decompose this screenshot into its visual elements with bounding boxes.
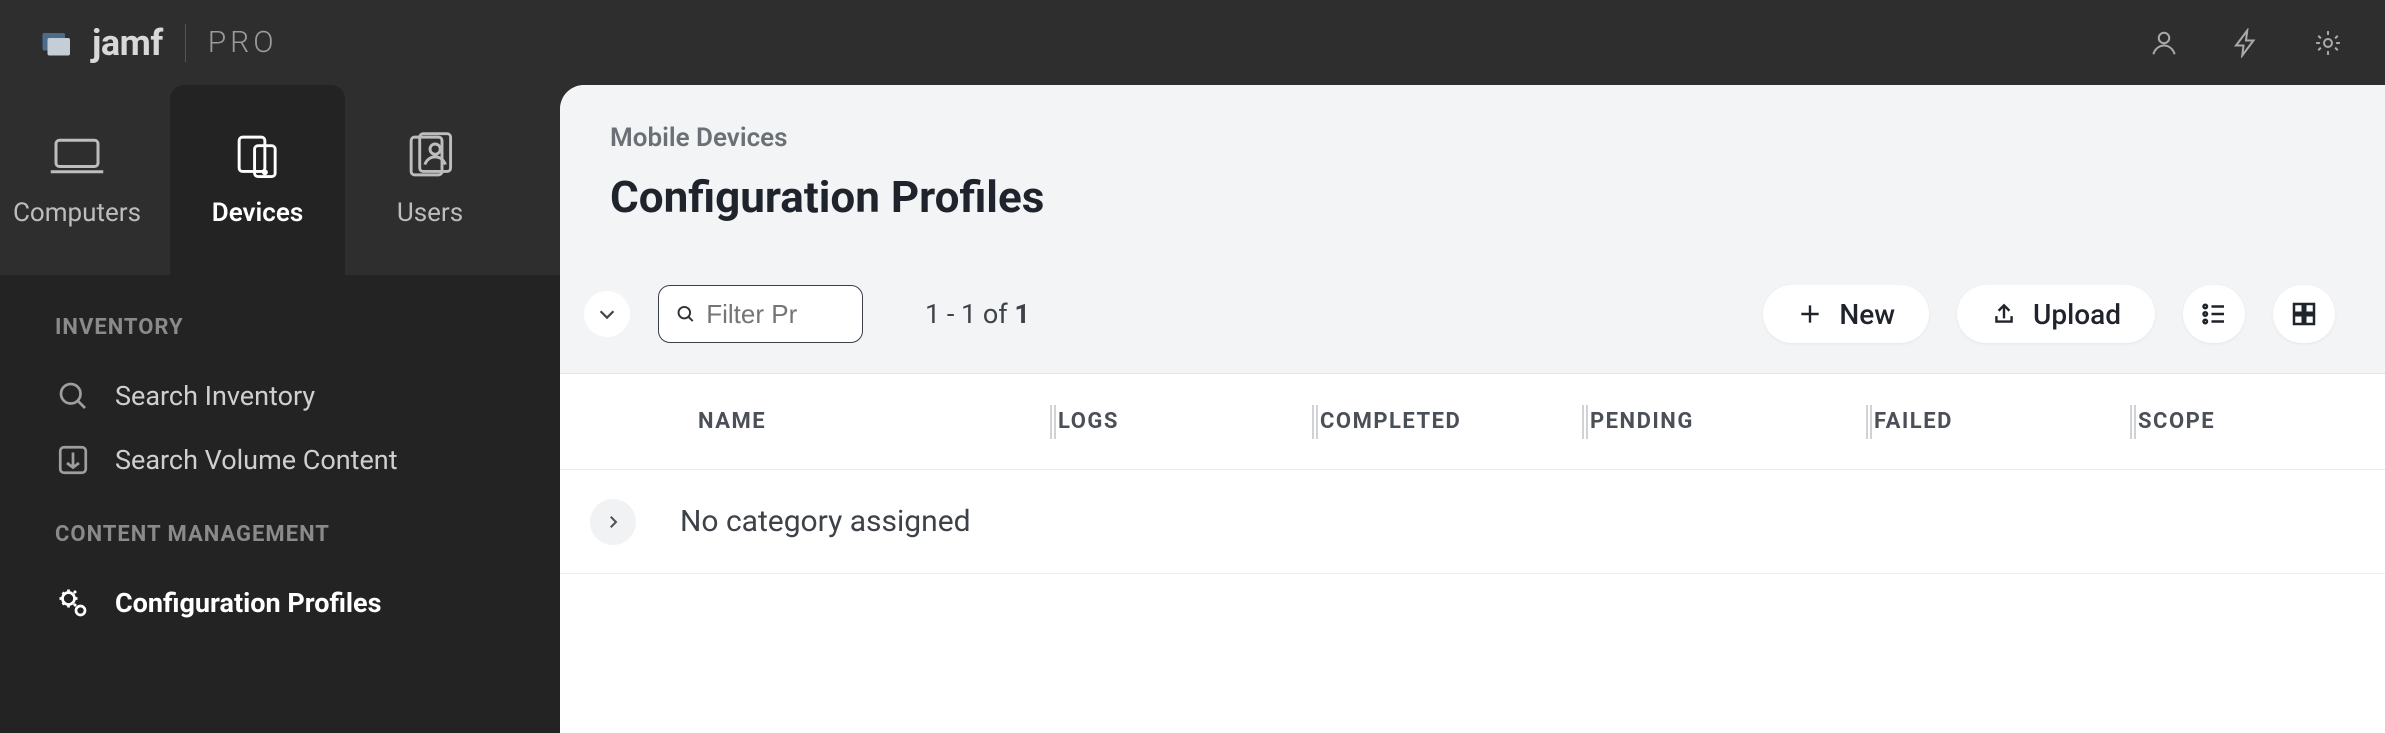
jamf-logo-icon — [40, 28, 70, 58]
brand-divider — [185, 24, 186, 62]
gears-icon — [55, 585, 91, 621]
mobile-devices-icon — [230, 132, 286, 180]
tab-devices[interactable]: Devices — [170, 85, 345, 275]
tab-users[interactable]: Users — [345, 85, 515, 275]
sidebar-section-content-management: CONTENT MANAGEMENT — [0, 522, 560, 571]
chevron-right-icon — [604, 513, 622, 531]
column-resize-handle[interactable] — [1864, 405, 1874, 439]
column-failed[interactable]: FAILED — [1874, 409, 2138, 434]
collapse-all-button[interactable] — [584, 291, 630, 337]
sidebar-item-label: Configuration Profiles — [115, 587, 382, 619]
upload-icon — [1991, 301, 2017, 327]
topbar: jamf PRO — [0, 0, 2385, 85]
tab-computers[interactable]: Computers — [0, 85, 170, 275]
column-resize-handle[interactable] — [1048, 405, 1058, 439]
search-icon — [55, 378, 91, 414]
column-logs[interactable]: LOGS — [1058, 409, 1320, 434]
column-name[interactable]: NAME — [698, 409, 1058, 434]
search-icon — [675, 301, 696, 327]
user-icon[interactable] — [2147, 26, 2181, 60]
laptop-icon — [49, 132, 105, 180]
grid-view-button[interactable] — [2273, 285, 2335, 343]
users-icon — [402, 132, 458, 180]
table-header: NAME LOGS COMPLETED PENDING FAILED SCOPE — [560, 374, 2385, 470]
tab-computers-label: Computers — [13, 198, 141, 228]
tab-users-label: Users — [397, 198, 463, 228]
app-box-icon — [55, 442, 91, 478]
sidebar-item-search-inventory[interactable]: Search Inventory — [0, 364, 560, 428]
brand-logo[interactable]: jamf PRO — [40, 22, 278, 64]
range-prefix: 1 - 1 of — [925, 298, 1014, 330]
page-title: Configuration Profiles — [610, 171, 2335, 223]
brand-jamf: jamf — [92, 22, 163, 64]
device-type-tabs: Computers Devices Users — [0, 85, 560, 275]
main-header: Mobile Devices Configuration Profiles — [560, 85, 2385, 261]
sidebar-item-search-volume-content[interactable]: Search Volume Content — [0, 428, 560, 492]
filter-input-wrapper[interactable] — [658, 285, 863, 343]
column-pending[interactable]: PENDING — [1590, 409, 1874, 434]
list-view-button[interactable] — [2183, 285, 2245, 343]
column-resize-handle[interactable] — [2128, 405, 2138, 439]
filter-input[interactable] — [706, 299, 846, 330]
table-group-row: No category assigned — [560, 470, 2385, 574]
group-label: No category assigned — [680, 504, 971, 539]
chevron-down-icon — [596, 303, 618, 325]
column-completed[interactable]: COMPLETED — [1320, 409, 1590, 434]
sidebar-item-configuration-profiles[interactable]: Configuration Profiles — [0, 571, 560, 635]
sidebar: INVENTORY Search Inventory Search Volume… — [0, 275, 560, 733]
new-button[interactable]: New — [1763, 285, 1929, 343]
topbar-actions — [2147, 26, 2345, 60]
grid-icon — [2289, 299, 2319, 329]
sidebar-item-label: Search Inventory — [115, 380, 315, 412]
plus-icon — [1797, 301, 1823, 327]
upload-button[interactable]: Upload — [1957, 285, 2155, 343]
gear-icon[interactable] — [2311, 26, 2345, 60]
left-panel: Computers Devices Users INVENTORY Search… — [0, 85, 560, 733]
new-button-label: New — [1839, 298, 1895, 331]
column-resize-handle[interactable] — [1580, 405, 1590, 439]
bolt-icon[interactable] — [2229, 26, 2263, 60]
range-total: 1 — [1014, 298, 1030, 330]
column-scope[interactable]: SCOPE — [2138, 409, 2378, 434]
toolbar: 1 - 1 of 1 New Upload — [560, 261, 2385, 374]
list-icon — [2199, 299, 2229, 329]
result-range: 1 - 1 of 1 — [925, 298, 1030, 330]
breadcrumb: Mobile Devices — [610, 123, 2335, 153]
sidebar-item-label: Search Volume Content — [115, 444, 398, 476]
upload-button-label: Upload — [2033, 298, 2121, 331]
sidebar-section-inventory: INVENTORY — [0, 315, 560, 364]
column-resize-handle[interactable] — [1310, 405, 1320, 439]
main-panel: Mobile Devices Configuration Profiles 1 … — [560, 85, 2385, 733]
tab-devices-label: Devices — [212, 198, 303, 228]
group-expand-button[interactable] — [590, 499, 636, 545]
brand-pro: PRO — [208, 25, 278, 60]
